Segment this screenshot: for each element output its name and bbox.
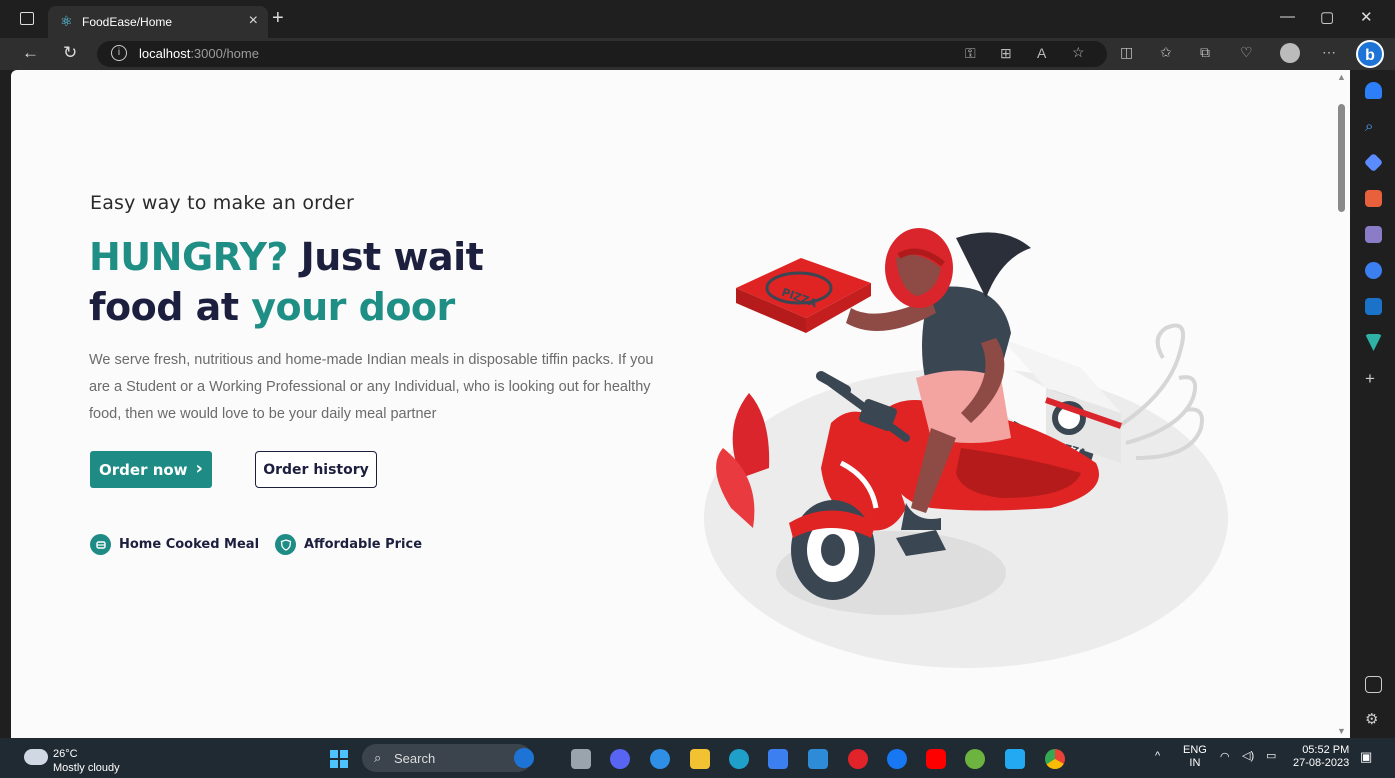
- scroll-thumb[interactable]: [1338, 104, 1345, 212]
- microsoft-365-icon[interactable]: [1365, 262, 1382, 279]
- facebook-icon[interactable]: [887, 749, 907, 769]
- cloud-icon: [24, 749, 48, 765]
- battery-icon[interactable]: ▭: [1266, 749, 1276, 762]
- chevron-right-icon: ›: [195, 457, 203, 479]
- favorites-icon[interactable]: ✩: [1160, 44, 1172, 61]
- headline-food-at: food at: [89, 285, 252, 329]
- page-scrollbar[interactable]: ▲ ▼: [1334, 70, 1350, 738]
- site-info-icon[interactable]: i: [111, 45, 127, 61]
- address-bar-row: ← ↻ i localhost:3000/home ⚿ ⊞ A ☆ ◫ ✩ ⧉ …: [0, 38, 1395, 70]
- key-icon[interactable]: ⚿: [965, 45, 976, 62]
- date: 27-08-2023: [1293, 757, 1350, 769]
- hero-description: We serve fresh, nutritious and home-made…: [89, 352, 654, 422]
- youtube-icon[interactable]: [926, 749, 946, 769]
- copilot-icon[interactable]: [650, 749, 670, 769]
- spring-icon[interactable]: [965, 749, 985, 769]
- language-code: ENG: [1183, 744, 1207, 756]
- feature-label: Home Cooked Meal: [119, 537, 260, 552]
- games-icon[interactable]: [1365, 226, 1382, 243]
- tab-actions-icon[interactable]: [20, 12, 34, 25]
- health-icon[interactable]: ♡: [1240, 44, 1253, 61]
- add-icon[interactable]: +: [1365, 370, 1382, 387]
- app-available-icon[interactable]: ⊞: [1000, 45, 1012, 62]
- read-aloud-icon[interactable]: A: [1037, 45, 1046, 61]
- bing-copilot-icon[interactable]: b: [1356, 40, 1384, 68]
- new-tab-button[interactable]: +: [272, 7, 284, 30]
- feature-affordable: Affordable Price: [275, 534, 422, 555]
- meal-icon: [90, 534, 111, 555]
- temperature: 26°C: [53, 748, 78, 760]
- clock[interactable]: 05:52 PM 27-08-2023: [1293, 744, 1349, 770]
- url-text[interactable]: localhost:3000/home: [139, 46, 259, 61]
- edge-icon[interactable]: [729, 749, 749, 769]
- order-now-button[interactable]: Order now ›: [90, 451, 212, 488]
- back-icon[interactable]: ←: [22, 43, 39, 63]
- weather-condition: Mostly cloudy: [53, 762, 120, 774]
- search-icon[interactable]: ⌕: [1365, 118, 1382, 135]
- address-bar[interactable]: i localhost:3000/home ⚿ ⊞ A ☆: [97, 41, 1107, 67]
- task-view-icon[interactable]: [571, 749, 591, 769]
- volume-icon[interactable]: ◁): [1242, 749, 1254, 762]
- restore-icon[interactable]: ▢: [1320, 8, 1334, 26]
- more-menu-icon[interactable]: ⋯: [1322, 44, 1336, 61]
- scroll-down-icon[interactable]: ▼: [1337, 726, 1346, 736]
- file-explorer-icon[interactable]: [690, 749, 710, 769]
- tab-title: FoodEase/Home: [82, 15, 173, 29]
- refresh-icon[interactable]: ↻: [63, 43, 77, 63]
- delivery-scooter-illustration: PIZZA: [704, 228, 1228, 668]
- mysql-icon[interactable]: [808, 749, 828, 769]
- notification-bell-icon[interactable]: ▣: [1360, 749, 1372, 765]
- collections-icon[interactable]: ⧉: [1200, 44, 1210, 61]
- teams-chat-icon[interactable]: [610, 749, 630, 769]
- edge-sidebar: ⌕ + ⚙: [1352, 70, 1395, 738]
- opera-icon[interactable]: [848, 749, 868, 769]
- browser-title-bar: ⚛ FoodEase/Home × + — ▢ ✕: [0, 0, 1395, 38]
- page-viewport: Easy way to make an order HUNGRY? Just w…: [11, 70, 1350, 738]
- bing-search-icon: [514, 748, 534, 768]
- tray-overflow-icon[interactable]: ^: [1155, 750, 1160, 762]
- profile-avatar[interactable]: [1280, 43, 1300, 63]
- headline-hungry: HUNGRY?: [89, 235, 288, 279]
- shield-icon: [275, 534, 296, 555]
- scroll-up-icon[interactable]: ▲: [1337, 72, 1346, 82]
- browser-tab[interactable]: ⚛ FoodEase/Home ×: [48, 6, 268, 38]
- store-icon[interactable]: [768, 749, 788, 769]
- close-tab-icon[interactable]: ×: [249, 12, 258, 30]
- windows-taskbar: 26°C Mostly cloudy ⌕ Search ^ ENG IN ◠ ◁)…: [0, 738, 1395, 778]
- notifications-icon[interactable]: [1365, 82, 1382, 99]
- drop-icon[interactable]: [1365, 334, 1382, 351]
- headline-just-wait: Just wait: [287, 235, 484, 279]
- close-window-icon[interactable]: ✕: [1360, 8, 1373, 26]
- search-label: Search: [394, 751, 436, 766]
- time: 05:52 PM: [1302, 744, 1350, 756]
- favorite-star-icon[interactable]: ☆: [1072, 44, 1085, 61]
- minimize-icon[interactable]: —: [1280, 8, 1295, 25]
- outlook-icon[interactable]: [1365, 298, 1382, 315]
- taskbar-search[interactable]: ⌕ Search: [362, 744, 534, 772]
- chrome-icon[interactable]: [1045, 749, 1065, 769]
- language-indicator[interactable]: ENG IN: [1183, 744, 1207, 770]
- hero-eyebrow: Easy way to make an order: [90, 192, 355, 214]
- hero-headline: HUNGRY? Just wait food at your door: [89, 232, 484, 332]
- feature-home-cooked: Home Cooked Meal: [90, 534, 259, 555]
- wifi-icon[interactable]: ◠: [1220, 750, 1230, 763]
- shopping-tag-icon[interactable]: [1363, 152, 1384, 173]
- feature-label: Affordable Price: [304, 537, 423, 552]
- tools-icon[interactable]: [1365, 190, 1382, 207]
- react-favicon-icon: ⚛: [60, 13, 73, 29]
- windows-start-icon[interactable]: [330, 750, 348, 768]
- search-icon: ⌕: [374, 750, 382, 765]
- headline-your-door: your door: [251, 285, 455, 329]
- split-screen-icon[interactable]: ◫: [1120, 44, 1133, 61]
- settings-gear-icon[interactable]: ⚙: [1365, 710, 1382, 728]
- order-now-label: Order now: [99, 460, 188, 479]
- vscode-icon[interactable]: [1005, 749, 1025, 769]
- region-code: IN: [1189, 757, 1201, 769]
- order-history-button[interactable]: Order history: [255, 451, 377, 488]
- hide-sidebar-icon[interactable]: [1365, 676, 1382, 693]
